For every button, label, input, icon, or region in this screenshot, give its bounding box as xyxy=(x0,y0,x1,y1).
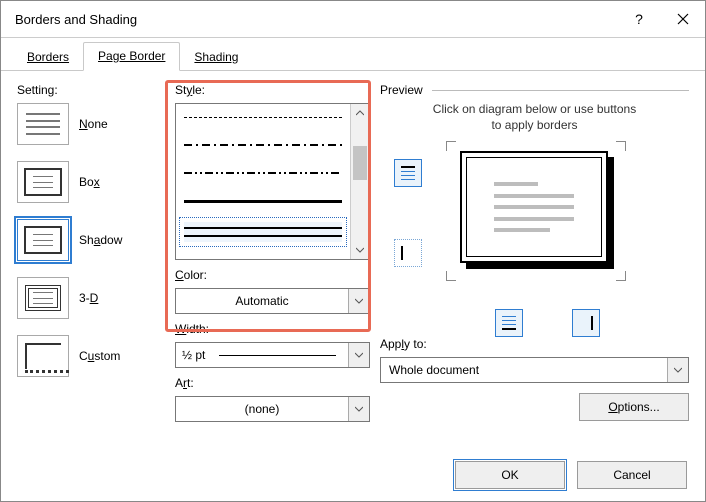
chevron-down-icon xyxy=(355,406,363,412)
setting-box[interactable]: Box xyxy=(17,161,165,203)
color-label: Color: xyxy=(175,268,370,282)
art-label: Art: xyxy=(175,376,370,390)
dialog-footer: OK Cancel xyxy=(1,449,705,501)
color-select[interactable]: Automatic xyxy=(175,288,370,314)
chevron-down-icon xyxy=(356,247,364,253)
style-option-thick[interactable] xyxy=(184,194,342,208)
options-button[interactable]: Options... xyxy=(579,393,689,421)
width-sample-line xyxy=(219,355,336,356)
dialog-body: Setting: None Box Shadow 3-D Custom xyxy=(1,71,705,449)
setting-label: Setting: xyxy=(17,83,165,97)
setting-3d[interactable]: 3-D xyxy=(17,277,165,319)
apply-to-value: Whole document xyxy=(381,363,667,377)
borders-and-shading-dialog: Borders and Shading ? Borders Page Borde… xyxy=(0,0,706,502)
preview-page[interactable] xyxy=(460,151,608,263)
color-value: Automatic xyxy=(176,294,348,308)
border-left-button[interactable] xyxy=(394,239,422,267)
border-top-button[interactable] xyxy=(394,159,422,187)
style-option-dashed[interactable] xyxy=(184,110,342,124)
preview-corner-tr xyxy=(616,141,626,151)
tab-strip: Borders Page Border Shading xyxy=(1,38,705,71)
style-option-dashdot[interactable] xyxy=(184,138,342,152)
chevron-down-icon xyxy=(674,367,682,373)
scroll-down-button[interactable] xyxy=(351,241,369,259)
tab-page-border[interactable]: Page Border xyxy=(83,42,180,71)
close-button[interactable] xyxy=(661,1,705,37)
preview-divider xyxy=(432,90,689,91)
preview-corner-bl xyxy=(446,271,456,281)
apply-to-group: Apply to: Whole document xyxy=(380,337,689,383)
style-column: Style: xyxy=(175,83,370,449)
border-right-button[interactable] xyxy=(572,309,600,337)
tab-shading[interactable]: Shading xyxy=(180,44,252,71)
setting-custom[interactable]: Custom xyxy=(17,335,165,377)
border-bottom-button[interactable] xyxy=(495,309,523,337)
setting-custom-label: Custom xyxy=(79,349,120,363)
scroll-thumb[interactable] xyxy=(353,146,367,180)
scroll-up-button[interactable] xyxy=(351,104,369,122)
preview-corner-tl xyxy=(446,141,456,151)
setting-none[interactable]: None xyxy=(17,103,165,145)
width-label: Width: xyxy=(175,322,370,336)
color-dropdown-button[interactable] xyxy=(348,289,369,313)
tab-borders[interactable]: Borders xyxy=(13,44,83,71)
setting-box-label: Box xyxy=(79,175,100,189)
apply-to-dropdown-button[interactable] xyxy=(667,358,688,382)
style-list-body xyxy=(176,104,350,259)
chevron-down-icon xyxy=(355,352,363,358)
setting-3d-label: 3-D xyxy=(79,291,98,305)
apply-to-select[interactable]: Whole document xyxy=(380,357,689,383)
preview-corner-br xyxy=(616,271,626,281)
setting-shadow-label: Shadow xyxy=(79,233,122,247)
style-option-dashdotdot[interactable] xyxy=(184,166,342,180)
ok-button[interactable]: OK xyxy=(455,461,565,489)
setting-shadow[interactable]: Shadow xyxy=(17,219,165,261)
window-title: Borders and Shading xyxy=(15,12,137,27)
art-select[interactable]: (none) xyxy=(175,396,370,422)
apply-to-label: Apply to: xyxy=(380,337,689,351)
style-label: Style: xyxy=(175,83,370,97)
art-value: (none) xyxy=(176,402,348,416)
setting-column: Setting: None Box Shadow 3-D Custom xyxy=(17,83,165,449)
style-option-double[interactable] xyxy=(184,222,342,242)
chevron-down-icon xyxy=(355,298,363,304)
preview-area xyxy=(380,143,689,333)
style-listbox[interactable] xyxy=(175,103,370,260)
help-button[interactable]: ? xyxy=(617,1,661,37)
setting-none-label: None xyxy=(79,117,108,131)
titlebar-buttons: ? xyxy=(617,1,705,37)
art-dropdown-button[interactable] xyxy=(348,397,369,421)
width-value: ½ pt xyxy=(182,348,205,362)
preview-column: Preview Click on diagram below or use bu… xyxy=(380,83,689,449)
cancel-button[interactable]: Cancel xyxy=(577,461,687,489)
chevron-up-icon xyxy=(356,110,364,116)
scroll-track[interactable] xyxy=(351,122,369,241)
width-select[interactable]: ½ pt xyxy=(175,342,370,368)
style-scrollbar[interactable] xyxy=(350,104,369,259)
title-bar: Borders and Shading ? xyxy=(1,1,705,38)
close-icon xyxy=(677,13,689,25)
width-dropdown-button[interactable] xyxy=(348,343,369,367)
preview-label: Preview xyxy=(380,83,429,97)
preview-hint: Click on diagram below or use buttons to… xyxy=(380,101,689,133)
